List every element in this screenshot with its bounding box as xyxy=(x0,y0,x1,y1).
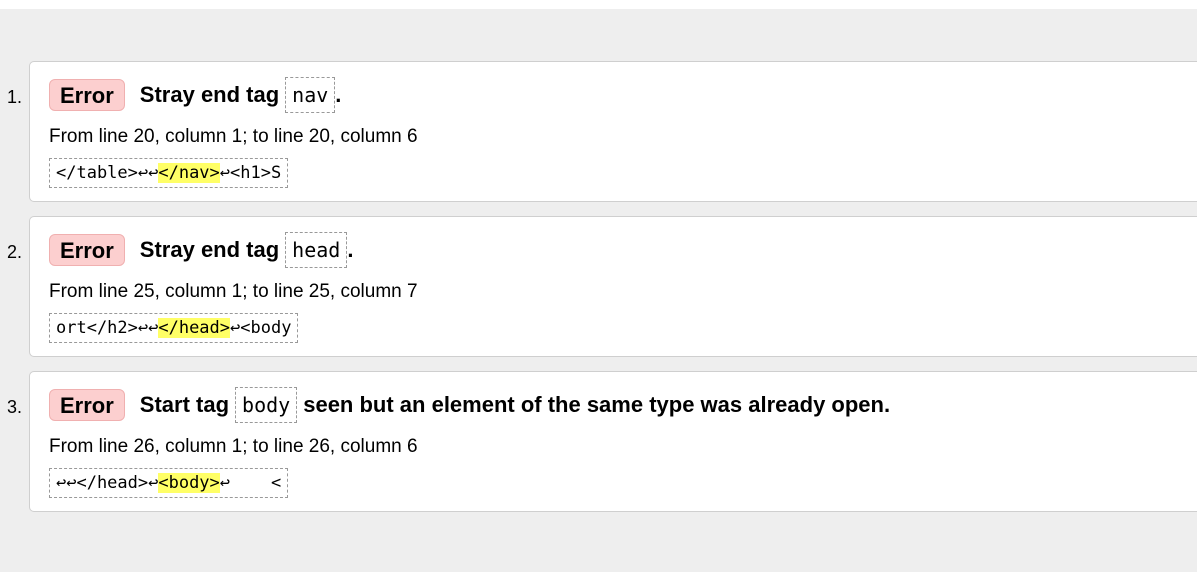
message-heading: Error Start tag body seen but an element… xyxy=(49,387,891,423)
error-badge: Error xyxy=(49,234,125,266)
message-heading: Error Stray end tag nav . xyxy=(49,77,342,113)
extract-before: </table>↩↩ xyxy=(56,163,159,183)
message-item: 3. Error Start tag body seen but an elem… xyxy=(0,371,1197,515)
message-prefix: Stray end tag xyxy=(139,237,280,262)
source-extract: </table>↩↩</nav>↩<h1>S xyxy=(49,158,289,188)
message-number: 3. xyxy=(7,397,23,417)
extract-after: ↩<h1>S xyxy=(219,163,282,183)
results-panel: 1. Error Stray end tag nav . From line 2… xyxy=(0,9,1197,572)
message-card: Error Stray end tag head . From line 25,… xyxy=(29,216,1197,357)
extract-after: ↩<body xyxy=(230,318,292,338)
extract-highlight: </head> xyxy=(158,318,231,338)
extract-highlight: <body> xyxy=(158,473,220,493)
tag-name: nav xyxy=(285,77,336,113)
message-item: 1. Error Stray end tag nav . From line 2… xyxy=(0,61,1197,205)
message-number: 2. xyxy=(7,242,23,262)
message-suffix: . xyxy=(347,237,354,262)
extract-after: ↩ < xyxy=(219,473,282,493)
location-link[interactable]: From line 26, column 1; to line 26, colu… xyxy=(49,436,418,458)
extract-before: ↩↩</head>↩ xyxy=(56,473,159,493)
message-heading: Error Stray end tag head . xyxy=(49,232,354,268)
location-link[interactable]: From line 20, column 1; to line 20, colu… xyxy=(49,126,418,148)
error-badge: Error xyxy=(49,79,125,111)
message-suffix: seen but an element of the same type was… xyxy=(303,392,891,417)
error-badge: Error xyxy=(49,389,125,421)
message-card: Error Start tag body seen but an element… xyxy=(29,371,1197,512)
message-card: Error Stray end tag nav . From line 20, … xyxy=(29,61,1197,202)
source-extract: ↩↩</head>↩<body>↩ < xyxy=(49,468,289,498)
message-prefix: Start tag xyxy=(139,392,230,417)
location-link[interactable]: From line 25, column 1; to line 25, colu… xyxy=(49,281,418,303)
extract-before: ort</h2>↩↩ xyxy=(56,318,159,338)
message-item: 2. Error Stray end tag head . From line … xyxy=(0,216,1197,360)
tag-name: head xyxy=(285,232,348,268)
message-prefix: Stray end tag xyxy=(139,82,280,107)
message-number: 1. xyxy=(7,87,23,107)
tag-name: body xyxy=(235,387,298,423)
extract-highlight: </nav> xyxy=(158,163,220,183)
message-suffix: . xyxy=(335,82,342,107)
source-extract: ort</h2>↩↩</head>↩<body xyxy=(49,313,299,343)
